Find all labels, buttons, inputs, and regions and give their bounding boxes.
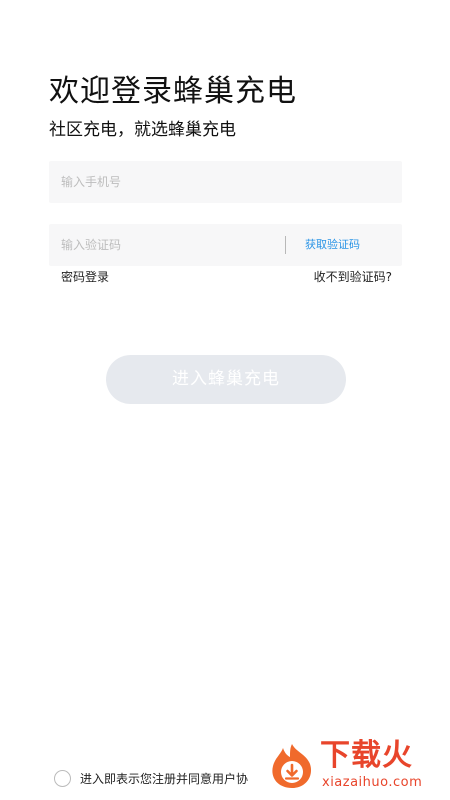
page-title: 欢迎登录蜂巢充电 bbox=[49, 74, 297, 109]
agreement-row: 进入即表示您注册并同意用户协 bbox=[54, 768, 248, 788]
agreement-text: 进入即表示您注册并同意用户协 bbox=[80, 771, 249, 786]
enter-button[interactable]: 进入蜂巢充电 bbox=[106, 355, 346, 404]
verification-code-field: 获取验证码 bbox=[49, 224, 402, 266]
get-code-button[interactable]: 获取验证码 bbox=[305, 224, 360, 266]
agreement-checkbox[interactable] bbox=[54, 769, 71, 787]
watermark-brand: 下载火 bbox=[320, 738, 413, 773]
flame-logo-icon bbox=[272, 744, 312, 788]
phone-field bbox=[49, 161, 402, 203]
no-code-link[interactable]: 收不到验证码? bbox=[314, 268, 392, 286]
watermark-url: xiazaihuo.com bbox=[322, 775, 423, 790]
password-login-link[interactable]: 密码登录 bbox=[61, 268, 109, 286]
phone-input[interactable] bbox=[49, 161, 402, 203]
verification-code-input[interactable] bbox=[49, 224, 284, 266]
field-divider bbox=[285, 236, 286, 254]
page-subtitle: 社区充电，就选蜂巢充电 bbox=[49, 120, 236, 140]
watermark: 下载火 xiazaihuo.com bbox=[262, 738, 447, 796]
